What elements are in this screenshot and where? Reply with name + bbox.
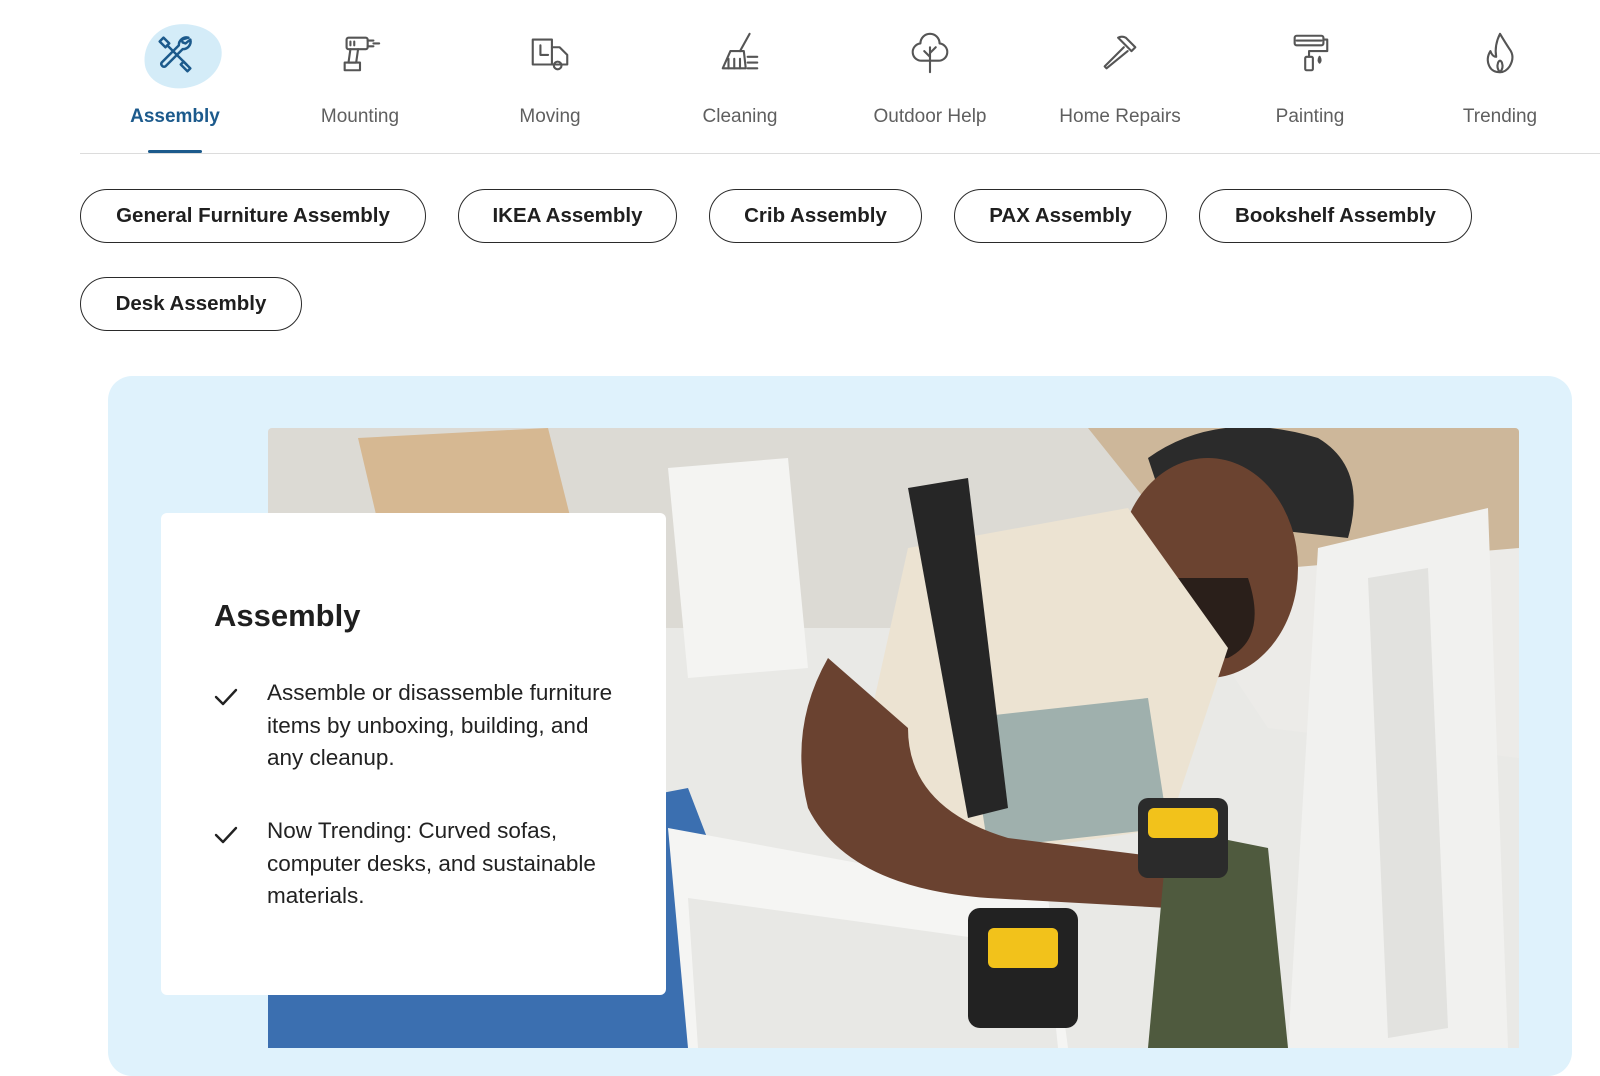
flame-icon [1473,26,1527,80]
chip-ikea-assembly[interactable]: IKEA Assembly [458,189,677,243]
moving-truck-icon [523,26,577,80]
tab-moving[interactable]: Moving [475,0,625,154]
chip-crib-assembly[interactable]: Crib Assembly [709,189,922,243]
chip-desk-assembly[interactable]: Desk Assembly [80,277,302,331]
tab-label: Cleaning [702,106,778,127]
tab-painting[interactable]: Painting [1235,0,1385,154]
tab-outdoor-help[interactable]: Outdoor Help [855,0,1005,154]
tools-icon [148,26,202,80]
tab-label: Painting [1275,106,1345,127]
tab-trending[interactable]: Trending [1425,0,1575,154]
tab-assembly[interactable]: Assembly [100,0,250,154]
feature-card: Assembly Assemble or disassemble furnitu… [161,513,666,995]
paint-roller-icon [1283,26,1337,80]
active-tab-indicator [148,150,202,153]
tab-label: Trending [1462,106,1538,127]
checkmark-icon [214,826,238,844]
checkmark-icon [214,688,238,706]
tab-cleaning[interactable]: Cleaning [665,0,815,154]
broom-icon [713,26,767,80]
tab-home-repairs[interactable]: Home Repairs [1045,0,1195,154]
tab-mounting[interactable]: Mounting [285,0,435,154]
feature-card-title: Assembly [214,598,361,633]
chip-general-furniture-assembly[interactable]: General Furniture Assembly [80,189,426,243]
tab-label: Moving [519,106,581,127]
tab-label: Mounting [320,106,400,127]
tab-label: Assembly [130,106,220,127]
chip-pax-assembly[interactable]: PAX Assembly [954,189,1167,243]
tree-icon [903,26,957,80]
feature-bullet-text: Assemble or disassemble furniture items … [267,680,613,770]
chip-bookshelf-assembly[interactable]: Bookshelf Assembly [1199,189,1472,243]
tab-label: Home Repairs [1059,106,1181,127]
drill-icon [333,26,387,80]
feature-bullet-text: Now Trending: Curved sofas, computer des… [267,818,596,908]
hammer-icon [1093,26,1147,80]
category-tabs: Assembly Mounting Moving Cleaning Outdoo… [80,0,1600,154]
tab-label: Outdoor Help [873,106,987,127]
